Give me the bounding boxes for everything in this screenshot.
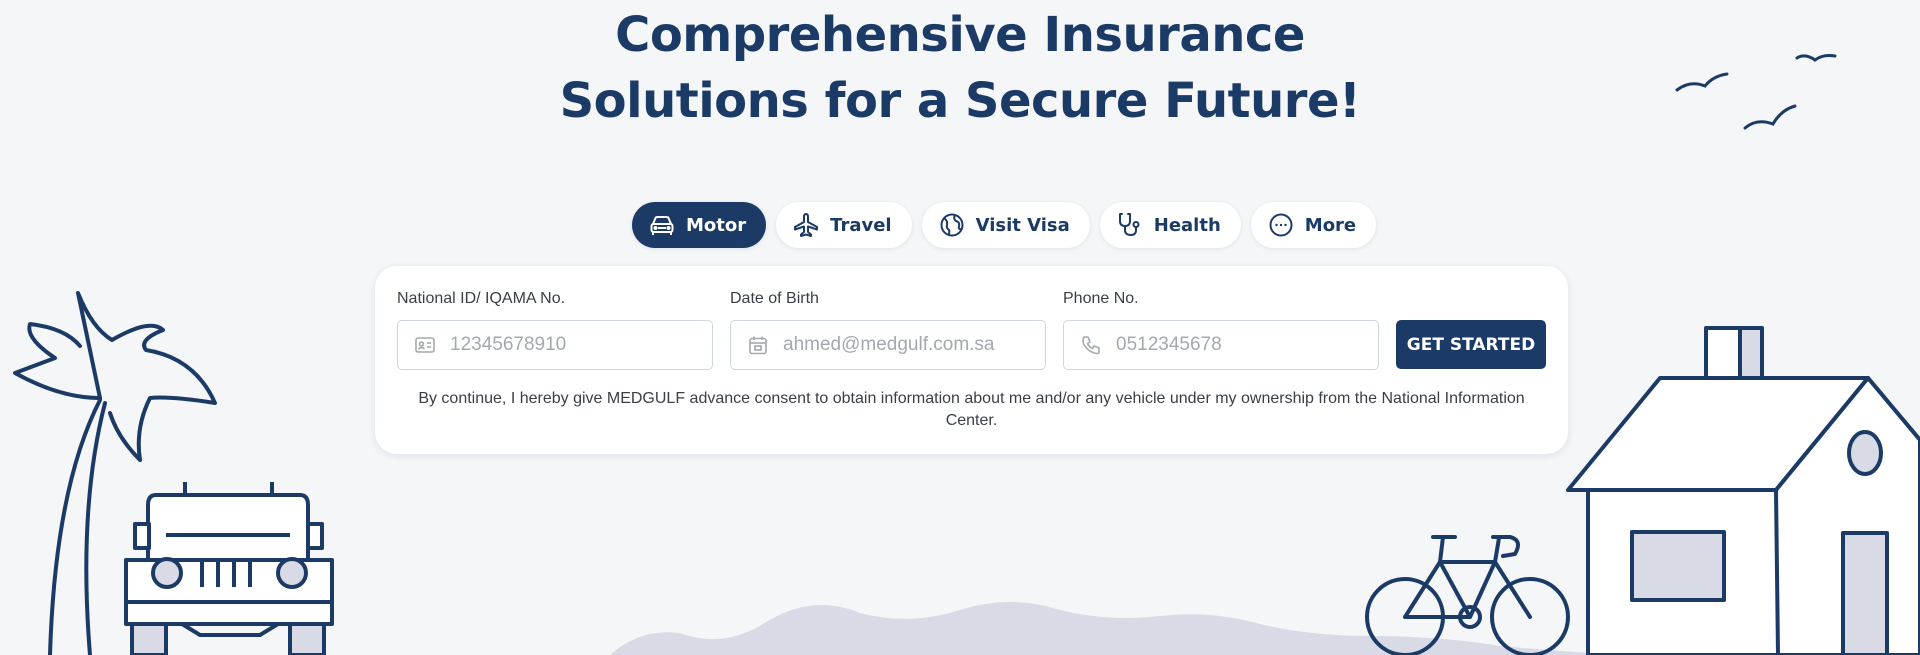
more-dots-icon	[1267, 211, 1295, 239]
hero-title-line-2: Solutions for a Secure Future!	[559, 73, 1361, 129]
tab-more-label: More	[1304, 214, 1357, 236]
tab-travel[interactable]: Travel	[776, 202, 912, 248]
dob-label: Date of Birth	[730, 290, 819, 307]
phone-input-wrapper	[1063, 320, 1379, 370]
phone-label: Phone No.	[1063, 290, 1139, 307]
tab-health-label: Health	[1153, 214, 1221, 236]
dob-input-wrapper	[730, 320, 1046, 370]
hero-title: Comprehensive Insurance Solutions for a …	[0, 2, 1920, 134]
house-illustration	[1566, 326, 1920, 655]
globe-icon	[938, 211, 966, 239]
tab-motor-label: Motor	[686, 214, 747, 236]
phone-icon	[1082, 336, 1100, 355]
tab-more[interactable]: More	[1250, 202, 1377, 248]
hero-title-line-1: Comprehensive Insurance	[615, 7, 1305, 63]
phone-field: Phone No.	[1063, 290, 1379, 370]
id-card-icon	[415, 337, 435, 353]
tab-health[interactable]: Health	[1099, 202, 1241, 248]
national-id-label: National ID/ IQAMA No.	[397, 290, 566, 307]
jeep-illustration	[124, 482, 334, 655]
get-started-button[interactable]: GET STARTED	[1396, 320, 1546, 369]
stethoscope-icon	[1116, 211, 1144, 239]
phone-input[interactable]	[1114, 333, 1358, 357]
calendar-icon	[749, 336, 767, 355]
national-id-input-wrapper	[397, 320, 713, 370]
tab-visit-visa-label: Visit Visa	[975, 214, 1070, 236]
birds-illustration	[1675, 54, 1837, 130]
national-id-input[interactable]	[448, 333, 692, 357]
tab-motor[interactable]: Motor	[632, 202, 767, 248]
consent-text: By continue, I hereby give MEDGULF advan…	[418, 390, 1525, 429]
car-icon	[648, 211, 676, 239]
national-id-field: National ID/ IQAMA No.	[397, 290, 713, 370]
dob-field: Date of Birth	[730, 290, 1046, 370]
airplane-icon	[792, 211, 820, 239]
dob-input[interactable]	[781, 333, 1025, 357]
insurance-type-tabs: Motor Travel Visit Visa Health More	[632, 202, 1377, 248]
tab-visit-visa[interactable]: Visit Visa	[921, 202, 1090, 248]
quote-form-card: National ID/ IQAMA No. Date of Birth Pho…	[375, 266, 1568, 454]
bicycle-illustration	[1365, 535, 1570, 655]
tab-travel-label: Travel	[830, 214, 892, 236]
